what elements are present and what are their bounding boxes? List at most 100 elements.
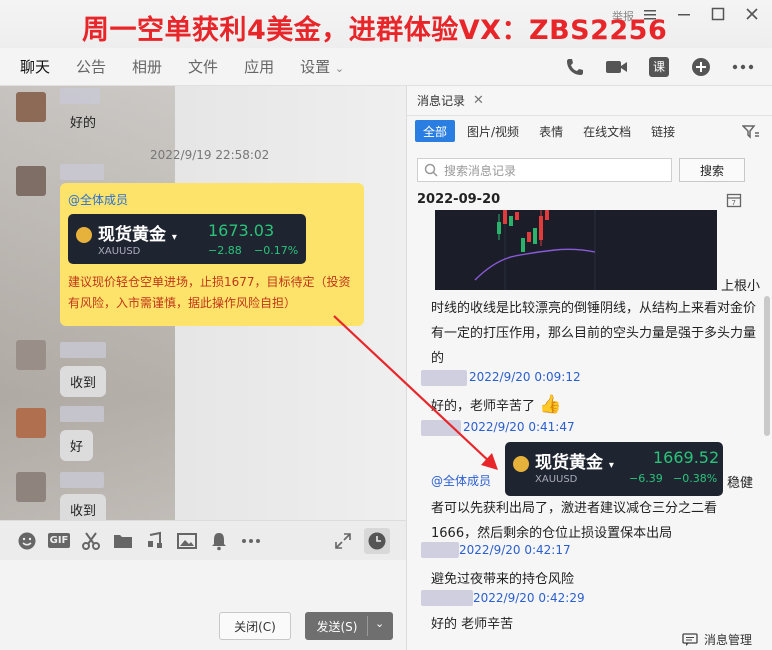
gif-icon[interactable]: GIF [47, 530, 71, 552]
quote-symbol: XAUUSD [535, 474, 578, 485]
filter-emoji[interactable]: 表情 [531, 120, 571, 142]
avatar[interactable] [16, 408, 46, 438]
send-label: 发送(S) [316, 619, 358, 634]
message-bubble: 收到 [60, 366, 107, 397]
lesson-label: 课 [649, 57, 669, 77]
blurred-name [421, 420, 461, 436]
message-meta: 2022/9/20 0:41:47 [463, 420, 575, 434]
blurred-name [421, 590, 473, 606]
close-icon[interactable]: ✕ [473, 93, 484, 108]
blurred-name [60, 472, 104, 488]
image-icon[interactable] [176, 530, 198, 552]
filter-all[interactable]: 全部 [415, 120, 456, 142]
blurred-name [60, 406, 104, 422]
gold-coin-icon [513, 456, 529, 472]
more-icon[interactable] [240, 530, 262, 552]
filter-docs[interactable]: 在线文档 [575, 120, 639, 142]
gold-quote-card[interactable]: 现货黄金 ▾ XAUUSD 1673.03 −2.88 −0.17% [68, 214, 306, 264]
settings-menu-icon[interactable] [640, 6, 660, 26]
more-icon[interactable] [728, 52, 758, 82]
message-meta: 2022/9/20 0:42:17 [459, 543, 571, 557]
tab-apps[interactable]: 应用 [244, 56, 274, 77]
mention-all[interactable]: @全体成员 [431, 472, 491, 489]
quote-symbol: XAUUSD [98, 246, 141, 257]
window-controls [640, 6, 762, 26]
tab-chat[interactable]: 聊天 [20, 56, 50, 77]
avatar[interactable] [16, 472, 46, 502]
message-manage-label: 消息管理 [703, 633, 752, 647]
quote-price: 1669.52 [653, 448, 720, 467]
search-placeholder: 搜索消息记录 [444, 163, 517, 178]
emoji-icon[interactable] [16, 530, 38, 552]
mention-all[interactable]: @全体成员 [68, 191, 356, 208]
scissors-icon[interactable] [80, 530, 102, 552]
message-meta: 2022/9/20 0:42:29 [473, 591, 585, 605]
history-filters: 全部 图片/视频 表情 在线文档 链接 [415, 120, 687, 142]
close-window-icon[interactable] [742, 6, 762, 26]
caret-down-icon: ▾ [171, 232, 177, 243]
history-icon[interactable] [364, 527, 390, 554]
message-bubble: 收到 [60, 494, 107, 520]
avatar[interactable] [16, 166, 46, 196]
tab-tools: 课 [560, 52, 758, 82]
filter-icon[interactable] [741, 124, 760, 144]
chat-icon [682, 632, 698, 646]
reply-text-label: 好的，老师辛苦了 [431, 399, 536, 414]
message-meta: 2022/9/20 0:09:12 [469, 370, 581, 384]
advice-text: 建议现价轻仓空单进场，止损1677，目标待定（投资有风险，入市需谨慎，据此操作风… [68, 275, 351, 310]
message-timestamp: 2022/9/19 22:58:02 [150, 148, 270, 162]
thumbs-up-icon: 👍 [539, 394, 562, 415]
chart-image[interactable] [435, 210, 717, 290]
history-header: 消息记录 ✕ [407, 86, 772, 116]
music-icon[interactable] [144, 530, 166, 552]
calendar-icon[interactable]: 7 [726, 192, 742, 212]
blurred-name [60, 164, 104, 180]
add-icon[interactable] [686, 52, 716, 82]
send-divider [367, 616, 368, 636]
gold-coin-icon [76, 227, 92, 243]
lesson-icon[interactable]: 课 [644, 52, 674, 82]
blurred-name [60, 342, 106, 358]
top-tabs: 聊天 公告 相册 文件 应用 设置 ⌄ 课 [0, 48, 772, 86]
quote-name: 现货黄金 [98, 225, 166, 245]
filter-media[interactable]: 图片/视频 [459, 120, 527, 142]
tab-settings[interactable]: 设置 ⌄ [300, 56, 344, 77]
tab-settings-label: 设置 [300, 58, 331, 76]
search-button[interactable]: 搜索 [679, 158, 745, 182]
gold-quote-card[interactable]: 现货黄金 ▾ XAUUSD 1669.52 −6.39 −0.38% [505, 442, 723, 496]
tab-files[interactable]: 文件 [188, 56, 218, 77]
blurred-name [421, 370, 467, 386]
expand-icon[interactable] [332, 530, 354, 552]
folder-icon[interactable] [112, 530, 134, 552]
avatar[interactable] [16, 92, 46, 122]
phone-icon[interactable] [560, 52, 590, 82]
minimize-icon[interactable] [674, 6, 694, 26]
tab-announcement[interactable]: 公告 [76, 56, 106, 77]
quote-percent: −0.38% [673, 472, 718, 485]
chat-area[interactable]: 好的 2022/9/19 22:58:02 @全体成员 现货黄金 ▾ XAUUS… [0, 86, 406, 520]
svg-text:7: 7 [732, 199, 736, 207]
blurred-name [421, 542, 459, 558]
filter-links[interactable]: 链接 [643, 120, 683, 142]
analysis-text-tail: 上根小 [721, 279, 761, 294]
tab-album[interactable]: 相册 [132, 56, 162, 77]
video-icon[interactable] [602, 52, 632, 82]
advice-suffix: 稳健 [727, 476, 754, 491]
send-options-chevron-icon[interactable]: ⌄ [375, 617, 384, 630]
avatar[interactable] [16, 340, 46, 370]
bell-icon[interactable] [208, 530, 230, 552]
caret-down-icon: ▾ [608, 460, 614, 471]
quote-change: −6.39 [629, 472, 663, 485]
message-manage-button[interactable]: 消息管理 [682, 631, 752, 648]
maximize-icon[interactable] [708, 6, 728, 26]
chevron-down-icon: ⌄ [334, 62, 345, 75]
note-text: 避免过夜带来的持仓风险 [431, 572, 575, 587]
send-button[interactable]: 发送(S) ⌄ [305, 612, 393, 640]
advice-text: 者可以先获利出局了，激进者建议减仓三分之二看1666，然后剩余的仓位止损设置保本… [431, 501, 718, 541]
scrollbar[interactable] [764, 296, 770, 436]
history-date: 2022-09-20 [417, 192, 501, 207]
search-input[interactable]: 搜索消息记录 [417, 158, 672, 182]
overlay-title: 周一空单获利4美金，进群体验VX：ZBS2256 [82, 15, 668, 46]
close-button[interactable]: 关闭(C) [219, 612, 291, 640]
input-toolbar: GIF [0, 520, 406, 560]
